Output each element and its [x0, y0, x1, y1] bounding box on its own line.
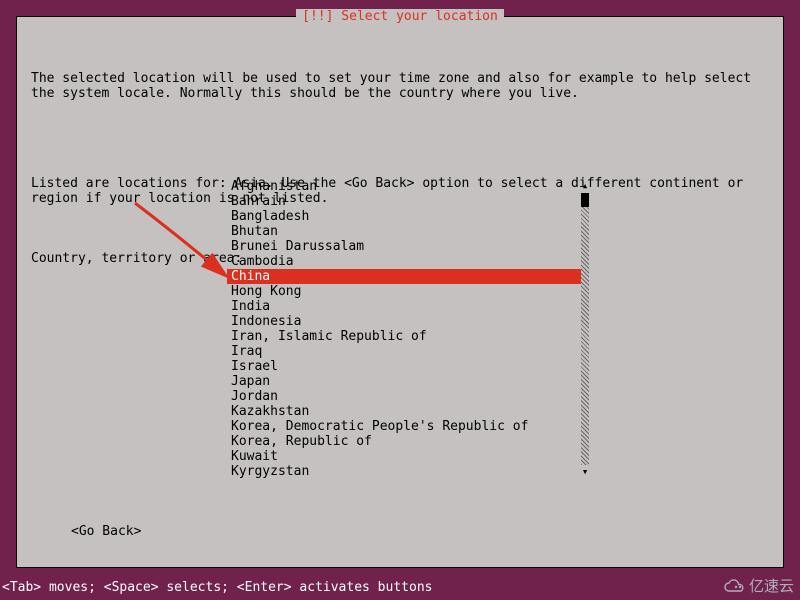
- list-item[interactable]: Israel: [227, 359, 582, 374]
- list-item[interactable]: Kazakhstan: [227, 404, 582, 419]
- list-item[interactable]: Korea, Republic of: [227, 434, 582, 449]
- dialog-title: [!!] Select your location: [296, 9, 504, 24]
- list-item[interactable]: Iraq: [227, 344, 582, 359]
- list-item[interactable]: Cambodia: [227, 254, 582, 269]
- go-back-button[interactable]: <Go Back>: [71, 524, 141, 539]
- list-item[interactable]: Hong Kong: [227, 284, 582, 299]
- list-item[interactable]: Jordan: [227, 389, 582, 404]
- scrollbar[interactable]: ▴ ▾: [581, 179, 589, 479]
- list-item[interactable]: Japan: [227, 374, 582, 389]
- help-bar: <Tab> moves; <Space> selects; <Enter> ac…: [2, 580, 432, 595]
- scroll-down-icon[interactable]: ▾: [581, 465, 589, 479]
- scroll-up-icon[interactable]: ▴: [581, 179, 589, 193]
- list-item[interactable]: Iran, Islamic Republic of: [227, 329, 582, 344]
- list-item[interactable]: Brunei Darussalam: [227, 239, 582, 254]
- watermark-text: 亿速云: [749, 575, 794, 596]
- list-item[interactable]: Afghanistan: [227, 179, 582, 194]
- list-item[interactable]: Korea, Democratic People's Republic of: [227, 419, 582, 434]
- watermark: 亿速云: [722, 575, 794, 596]
- scrollbar-thumb[interactable]: [581, 193, 589, 207]
- list-item[interactable]: India: [227, 299, 582, 314]
- list-item[interactable]: Bahrain: [227, 194, 582, 209]
- dialog-paragraph-1: The selected location will be used to se…: [31, 71, 769, 101]
- list-item[interactable]: China: [227, 269, 582, 284]
- list-item[interactable]: Indonesia: [227, 314, 582, 329]
- cloud-icon: [722, 578, 746, 594]
- list-item[interactable]: Bangladesh: [227, 209, 582, 224]
- installer-dialog: [!!] Select your location The selected l…: [16, 16, 784, 568]
- list-item[interactable]: Kyrgyzstan: [227, 464, 582, 479]
- list-item[interactable]: Kuwait: [227, 449, 582, 464]
- country-list[interactable]: AfghanistanBahrainBangladeshBhutanBrunei…: [227, 179, 582, 479]
- scrollbar-track[interactable]: [581, 193, 589, 465]
- list-item[interactable]: Bhutan: [227, 224, 582, 239]
